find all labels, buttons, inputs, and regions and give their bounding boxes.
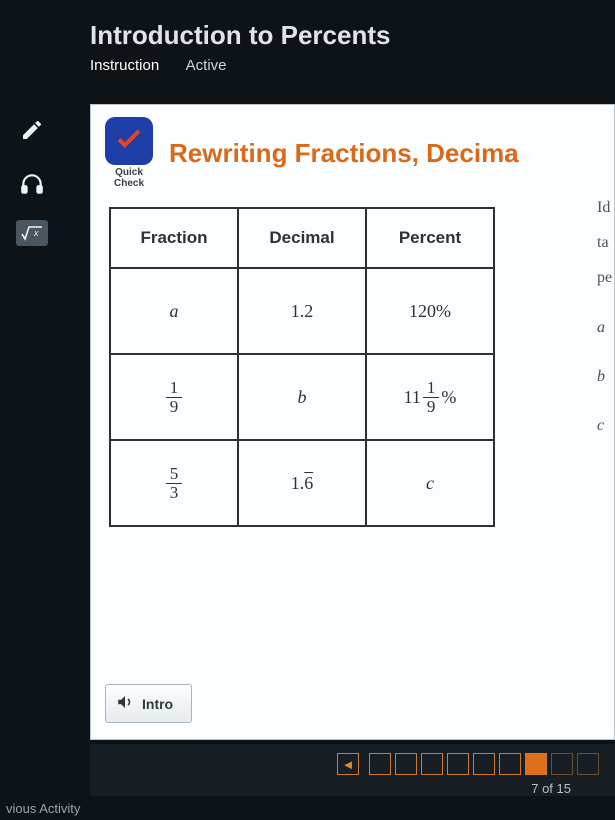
footer: ◄ 7 of 15	[90, 744, 615, 796]
progress-square[interactable]	[577, 753, 599, 775]
quick-check-badge	[105, 117, 153, 165]
tabs: Instruction Active	[90, 57, 615, 80]
table-row: 53 1.6 c	[110, 440, 494, 526]
col-decimal: Decimal	[238, 208, 366, 268]
sidebar: x	[10, 112, 54, 246]
progress-row: ◄	[337, 753, 599, 775]
progress-square[interactable]	[395, 753, 417, 775]
progress-square[interactable]	[447, 753, 469, 775]
progress-square[interactable]	[499, 753, 521, 775]
prev-arrow-icon[interactable]: ◄	[337, 753, 359, 775]
progress-square-current[interactable]	[525, 753, 547, 775]
tab-active[interactable]: Active	[186, 57, 227, 80]
cell-percent: 120%	[366, 268, 494, 354]
progress-square[interactable]	[421, 753, 443, 775]
cell-decimal: 1.6	[238, 440, 366, 526]
progress-square[interactable]	[551, 753, 573, 775]
intro-button[interactable]: Intro	[105, 684, 192, 723]
cell-decimal: b	[238, 354, 366, 440]
table-row: 19 b 11 19 %	[110, 354, 494, 440]
tab-instruction[interactable]: Instruction	[90, 57, 159, 80]
cell-fraction: 19	[110, 354, 238, 440]
speaker-icon	[116, 693, 134, 714]
previous-activity-link[interactable]: vious Activity	[0, 797, 86, 820]
content-panel: QuickCheck Rewriting Fractions, Decima F…	[90, 104, 615, 740]
table-row: a 1.2 120%	[110, 268, 494, 354]
page-counter: 7 of 15	[531, 781, 599, 796]
col-percent: Percent	[366, 208, 494, 268]
progress-square[interactable]	[369, 753, 391, 775]
progress-square[interactable]	[473, 753, 495, 775]
right-cutoff-text: Id ta pe a b c	[597, 190, 615, 443]
conversion-table: Fraction Decimal Percent a 1.2 120% 19 b…	[109, 207, 495, 527]
cell-fraction: a	[110, 268, 238, 354]
cell-percent: 11 19 %	[366, 354, 494, 440]
pencil-icon[interactable]	[14, 112, 50, 148]
intro-label: Intro	[142, 696, 173, 712]
col-fraction: Fraction	[110, 208, 238, 268]
svg-text:x: x	[33, 228, 39, 238]
page-title: Introduction to Percents	[90, 20, 615, 51]
sqrt-icon[interactable]: x	[16, 220, 48, 246]
headphones-icon[interactable]	[14, 166, 50, 202]
lesson-title: Rewriting Fractions, Decima	[169, 138, 519, 169]
cell-percent: c	[366, 440, 494, 526]
cell-fraction: 53	[110, 440, 238, 526]
cell-decimal: 1.2	[238, 268, 366, 354]
quick-check-label: QuickCheck	[114, 167, 144, 189]
